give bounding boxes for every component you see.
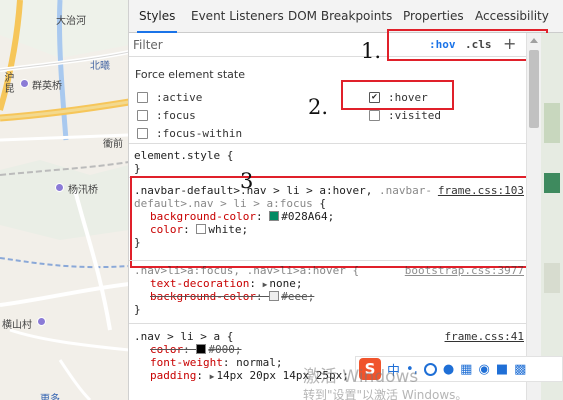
css-property-name[interactable]: padding	[150, 369, 196, 382]
force-state-label: :visited	[388, 108, 441, 122]
page-edge-block	[544, 173, 560, 193]
scrollbar-thumb[interactable]	[529, 50, 539, 128]
skin-icon[interactable]: ■	[496, 362, 508, 377]
microphone-icon[interactable]: ●	[443, 362, 454, 377]
css-property-value[interactable]: #eee	[281, 290, 308, 303]
rule-selector: .nav>li>a:focus, .nav>li>a:hover {	[134, 264, 360, 277]
keyboard-icon[interactable]: ▦	[460, 362, 472, 377]
toolbox-icon[interactable]: ▩	[514, 362, 526, 377]
force-state-title: Force element state	[135, 68, 245, 81]
force-state-active[interactable]: :active	[137, 90, 202, 104]
annotation-number-2: 2.	[308, 95, 329, 119]
expand-triangle-icon[interactable]: ▶	[210, 372, 215, 381]
activation-watermark-title: 激活 Windows	[303, 367, 419, 387]
page-edge-block	[544, 263, 560, 293]
expand-triangle-icon[interactable]: ▶	[263, 280, 268, 289]
emoji-icon[interactable]	[423, 362, 437, 376]
checkbox[interactable]	[369, 109, 380, 121]
map-marker[interactable]	[37, 317, 46, 326]
divider	[129, 260, 526, 261]
map-label-hengshan-village: 横山村	[2, 320, 32, 331]
force-state-visited[interactable]: :visited	[369, 108, 441, 122]
force-state-label: :active	[156, 90, 203, 104]
devtools-panel: Styles Event Listeners DOM Breakpoints P…	[129, 0, 563, 400]
rule-bootstrap-nav-hover[interactable]: .nav>li>a:focus, .nav>li>a:hover { bootst…	[129, 264, 526, 316]
force-state-label: :focus-within	[156, 126, 243, 140]
map-more-link[interactable]: 更多	[40, 390, 60, 400]
checkbox[interactable]	[137, 91, 148, 103]
rule-element-style[interactable]: element.style { }	[129, 149, 526, 175]
annotation-box-2	[341, 80, 454, 110]
css-property-value[interactable]: none	[269, 277, 296, 290]
map-panel[interactable]: 大治河 群英桥 北曦 沪昆 衝前 杨汛桥 横山村 更多	[0, 0, 129, 400]
annotation-number-1: 1.	[361, 39, 382, 63]
css-property-value[interactable]: #000	[208, 343, 235, 356]
map-label-qunying-bridge: 群英桥	[32, 81, 62, 92]
css-property-name[interactable]: color	[150, 343, 183, 356]
divider	[129, 323, 526, 324]
checkbox[interactable]	[137, 127, 148, 139]
divider	[129, 143, 526, 144]
css-property-name[interactable]: font-weight	[150, 356, 223, 369]
css-property-name[interactable]: text-decoration	[150, 277, 249, 290]
rule-selector: element.style {	[134, 149, 234, 162]
activation-watermark-subtitle: 转到"设置"以激活 Windows。	[303, 388, 468, 400]
page-edge-strip	[541, 33, 563, 400]
annotation-box-3	[130, 176, 539, 268]
rule-close: }	[134, 303, 141, 316]
force-state-focus[interactable]: :focus	[137, 108, 196, 122]
rule-close: }	[134, 162, 141, 175]
color-swatch[interactable]	[196, 344, 207, 354]
rule-source-link[interactable]: frame.css:41	[445, 330, 524, 343]
map-label-beiyong: 北曦	[90, 61, 110, 72]
color-swatch[interactable]	[269, 291, 280, 301]
styles-filter-input[interactable]	[133, 36, 383, 54]
force-state-focus-within[interactable]: :focus-within	[137, 126, 242, 140]
rule-selector: .nav > li > a {	[134, 330, 234, 343]
tab-dom-breakpoints[interactable]: DOM Breakpoints	[286, 0, 394, 33]
tab-event-listeners[interactable]: Event Listeners	[189, 0, 286, 33]
map-label-hudiao: 沪昆	[2, 72, 13, 94]
map-label-dayehe: 大治河	[56, 16, 86, 27]
force-state-label: :focus	[156, 108, 196, 122]
annotation-box-1	[387, 29, 548, 61]
rule-source-link[interactable]: bootstrap.css:3977	[405, 264, 524, 277]
css-property-value[interactable]: normal	[236, 356, 276, 369]
tab-styles[interactable]: Styles	[137, 0, 178, 33]
map-label-yangxun-bridge: 杨汛桥	[68, 185, 98, 196]
user-icon[interactable]: ◉	[478, 362, 489, 377]
scroll-up-arrow-icon[interactable]	[530, 38, 538, 43]
page-edge-block	[544, 103, 560, 143]
annotation-number-3: 3	[240, 169, 254, 193]
map-marker[interactable]	[20, 79, 29, 88]
map-marker[interactable]	[55, 183, 64, 192]
map-label-jie: 衝前	[103, 139, 123, 150]
checkbox[interactable]	[137, 109, 148, 121]
css-property-name[interactable]: background-color	[150, 290, 256, 303]
styles-scrollbar[interactable]	[526, 33, 541, 400]
